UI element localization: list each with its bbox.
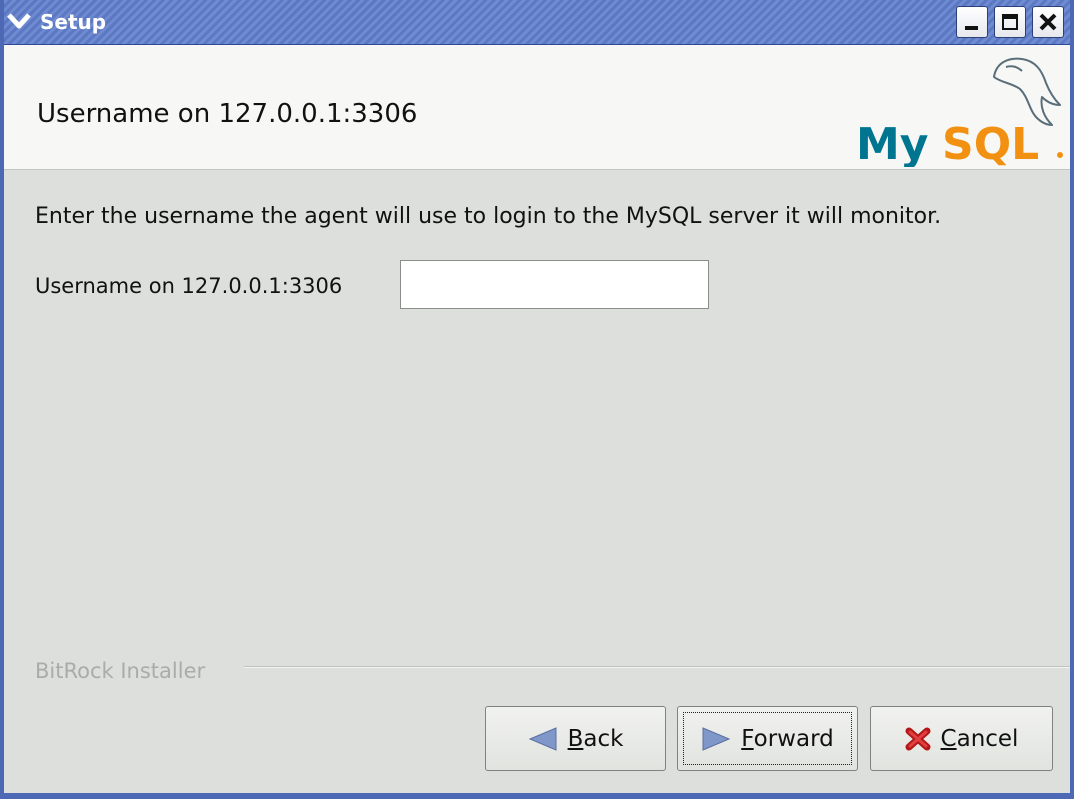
minimize-button[interactable] [956,6,988,38]
back-mnemonic: B [567,725,584,752]
window-menu-button[interactable] [6,8,32,34]
cancel-mnemonic: C [940,725,957,752]
back-button[interactable]: Back [485,706,666,771]
title-bar[interactable]: Setup [4,0,1070,45]
arrow-left-icon [528,726,557,751]
cancel-x-icon [905,727,931,750]
username-label: Username on 127.0.0.1:3306 [35,274,343,298]
page-title: Username on 127.0.0.1:3306 [37,99,418,129]
close-icon [1039,13,1057,31]
svg-text:My: My [856,119,928,167]
setup-window: Setup Username on 127.0.0.1:3306 My SQL [0,0,1074,799]
chevron-down-icon [7,13,31,29]
instructions-text: Enter the username the agent will use to… [35,204,942,229]
forward-label: orward [753,725,834,752]
maximize-button[interactable] [994,6,1026,38]
back-label: ack [583,725,624,752]
installer-brand-label: BitRock Installer [35,659,212,683]
close-button[interactable] [1032,6,1064,38]
group-divider [244,666,1070,668]
forward-mnemonic: F [741,725,754,752]
window-title: Setup [40,10,107,34]
username-input[interactable] [400,260,709,309]
cancel-label: ancel [956,725,1019,752]
content-area: Enter the username the agent will use to… [4,170,1070,660]
forward-button[interactable]: Forward [677,706,858,771]
page-header: Username on 127.0.0.1:3306 My SQL [4,45,1070,170]
cancel-button[interactable]: Cancel [870,706,1053,771]
svg-text:SQL: SQL [942,119,1039,167]
maximize-icon [1002,14,1018,30]
mysql-logo: My SQL [856,57,1063,167]
minimize-icon [965,26,978,30]
